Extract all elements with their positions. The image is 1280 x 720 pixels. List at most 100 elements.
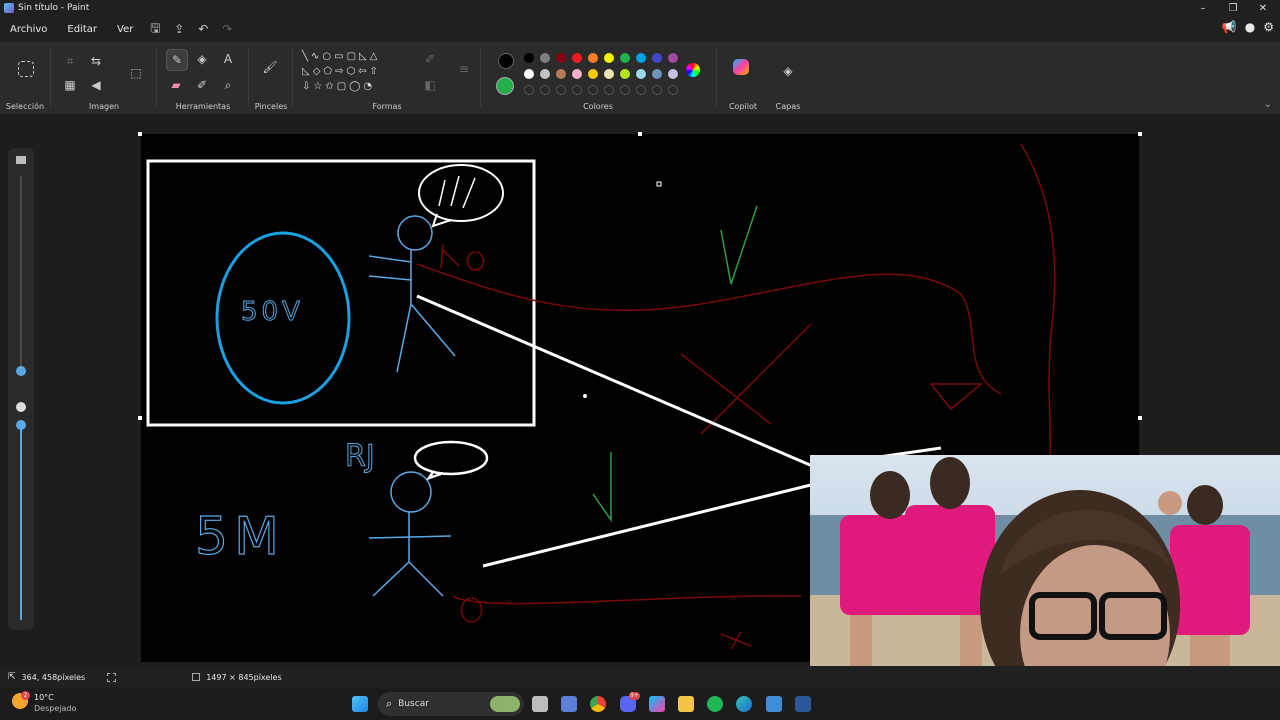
group-label-seleccion: Selección	[5, 102, 45, 111]
chrome-icon[interactable]	[590, 696, 606, 712]
taskbar-search[interactable]: ⌕ Buscar	[378, 692, 524, 716]
group-label-herramientas: Herramientas	[175, 102, 231, 111]
size-slider-panel	[8, 148, 34, 630]
widgets-icon[interactable]	[561, 696, 577, 712]
palette-swatch[interactable]	[588, 69, 598, 79]
outline-icon[interactable]: ✐	[420, 49, 440, 69]
ribbon-collapse-icon[interactable]: ⌄	[1264, 99, 1272, 110]
maximize-button[interactable]: ❐	[1218, 0, 1248, 16]
palette-swatch[interactable]	[652, 69, 662, 79]
copilot-taskbar-icon[interactable]	[649, 696, 665, 712]
palette-swatch[interactable]	[636, 69, 646, 79]
size-slider-track[interactable]	[20, 176, 22, 372]
palette-swatch[interactable]	[524, 53, 534, 63]
spotify-icon[interactable]	[707, 696, 723, 712]
custom-color-slot[interactable]	[540, 85, 550, 95]
resize-icon[interactable]: ⇆	[86, 51, 106, 71]
color-picker-icon[interactable]: ✐	[192, 75, 212, 95]
group-label-imagen: Imagen	[88, 102, 120, 111]
group-label-formas: Formas	[372, 102, 402, 111]
status-bar: ⇱ 364, 458píxeles 1497 × 845píxeles	[0, 666, 1280, 688]
palette-swatch[interactable]	[540, 69, 550, 79]
fill-icon[interactable]: ◈	[192, 49, 212, 69]
palette-swatch[interactable]	[668, 69, 678, 79]
fill-shape-icon[interactable]: ◧	[420, 75, 440, 95]
share-icon[interactable]: ⇪	[167, 22, 191, 36]
custom-color-slot[interactable]	[604, 85, 614, 95]
palette-swatch[interactable]	[604, 53, 614, 63]
secondary-color-swatch[interactable]	[496, 77, 514, 95]
image-select-icon[interactable]: ⬚	[126, 63, 146, 83]
palette-swatch[interactable]	[572, 69, 582, 79]
brush-icon[interactable]: 🖌	[260, 57, 280, 77]
custom-color-slot[interactable]	[572, 85, 582, 95]
palette-swatch[interactable]	[572, 53, 582, 63]
menu-ver[interactable]: Ver	[107, 24, 143, 35]
palette-swatch[interactable]	[540, 53, 550, 63]
custom-color-slot[interactable]	[668, 85, 678, 95]
custom-color-slot[interactable]	[652, 85, 662, 95]
eraser-icon[interactable]: ▰	[166, 75, 186, 95]
redo-icon[interactable]: ↷	[215, 22, 239, 36]
group-formas: ╲∿○▭▢◺△ ◺◇⬠⇨⬡⇦⇧ ⇩☆✩▢◯◔ ✐ ◧ ≡ Formas	[294, 43, 480, 115]
line-size-icon[interactable]: ≡	[454, 59, 474, 79]
file-explorer-icon[interactable]	[678, 696, 694, 712]
group-imagen: ⌗ ⇆ ⬚ ▦ ◀ Imagen	[52, 43, 156, 115]
resize-handle[interactable]	[1138, 132, 1142, 136]
opacity-slider-thumb[interactable]	[16, 420, 26, 430]
resize-handle[interactable]	[638, 132, 642, 136]
custom-color-slot[interactable]	[524, 85, 534, 95]
custom-color-slot[interactable]	[620, 85, 630, 95]
layers-icon[interactable]: ◈	[778, 61, 798, 81]
palette-swatch[interactable]	[620, 69, 630, 79]
cursor-position: 364, 458píxeles	[21, 672, 86, 682]
window-title: Sin título - Paint	[18, 3, 90, 13]
group-label-copilot: Copilot	[728, 102, 758, 111]
palette-swatch[interactable]	[668, 53, 678, 63]
pencil-icon[interactable]: ✎	[166, 49, 188, 71]
opacity-slider-track[interactable]	[20, 420, 22, 620]
group-colores: Colores	[482, 43, 714, 115]
magnifier-icon[interactable]: ⌕	[218, 75, 238, 95]
rotate-icon[interactable]: ▦	[60, 75, 80, 95]
text-tool-icon[interactable]: A	[218, 49, 238, 69]
edge-icon[interactable]	[736, 696, 752, 712]
close-button[interactable]: ✕	[1248, 0, 1278, 16]
custom-color-slot[interactable]	[556, 85, 566, 95]
minimize-button[interactable]: –	[1188, 0, 1218, 16]
palette-swatch[interactable]	[588, 53, 598, 63]
shapes-gallery-icon[interactable]: ╲∿○▭▢◺△ ◺◇⬠⇨⬡⇦⇧ ⇩☆✩▢◯◔	[302, 49, 410, 94]
palette-swatch[interactable]	[556, 69, 566, 79]
palette-swatch[interactable]	[636, 53, 646, 63]
custom-color-slot[interactable]	[588, 85, 598, 95]
palette-swatch[interactable]	[652, 53, 662, 63]
palette-swatch[interactable]	[620, 53, 630, 63]
selection-icon[interactable]	[18, 61, 34, 77]
palette-swatch[interactable]	[604, 69, 614, 79]
flip-icon[interactable]: ◀	[86, 75, 106, 95]
crop-icon[interactable]: ⌗	[60, 51, 80, 71]
edit-colors-icon[interactable]	[686, 63, 700, 77]
cursor-icon: ⇱	[8, 672, 16, 682]
resize-handle[interactable]	[138, 132, 142, 136]
account-icon[interactable]: ●	[1245, 20, 1255, 34]
store-icon[interactable]	[766, 696, 782, 712]
resize-handle[interactable]	[138, 416, 142, 420]
task-view-icon[interactable]	[532, 696, 548, 712]
undo-icon[interactable]: ↶	[191, 22, 215, 36]
custom-color-slot[interactable]	[636, 85, 646, 95]
palette-swatch[interactable]	[556, 53, 566, 63]
primary-color-swatch[interactable]	[498, 53, 514, 69]
menu-archivo[interactable]: Archivo	[0, 24, 57, 35]
start-icon[interactable]	[352, 696, 368, 712]
palette-swatch[interactable]	[524, 69, 534, 79]
copilot-icon[interactable]	[733, 59, 749, 75]
ribbon-toolbar: Selección ⌗ ⇆ ⬚ ▦ ◀ Imagen ✎ ◈ A ▰ ✐ ⌕ H…	[0, 42, 1280, 115]
settings-icon[interactable]: ⚙	[1263, 20, 1274, 34]
feedback-icon[interactable]: 📢	[1222, 20, 1237, 34]
paint-taskbar-icon[interactable]	[795, 696, 811, 712]
resize-handle[interactable]	[1138, 416, 1142, 420]
save-icon[interactable]: 🖫	[143, 19, 167, 40]
size-slider-thumb[interactable]	[16, 366, 26, 376]
menu-editar[interactable]: Editar	[57, 24, 107, 35]
